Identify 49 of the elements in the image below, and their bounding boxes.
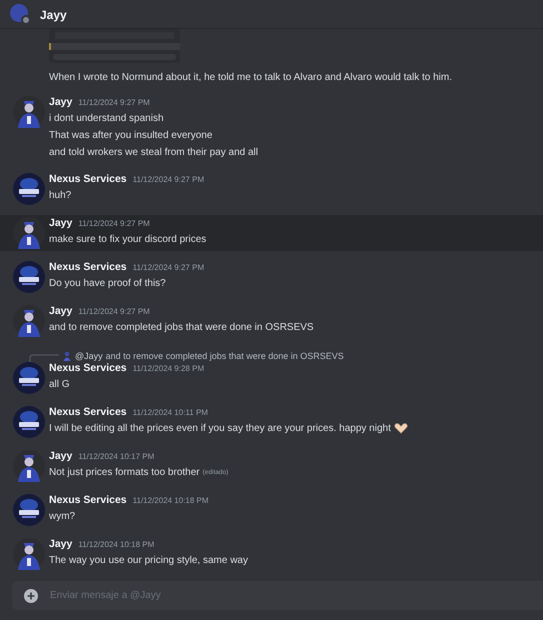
author-name[interactable]: Jayy: [49, 96, 72, 108]
avatar[interactable]: [13, 96, 45, 128]
timestamp: 11/12/2024 10:17 PM: [78, 452, 154, 461]
message-input[interactable]: Enviar mensaje a @Jayy: [12, 581, 543, 610]
author-name[interactable]: Jayy: [49, 305, 72, 317]
message-text: all G: [49, 378, 70, 392]
message-text: and told wrokers we steal from their pay and all: [49, 146, 258, 160]
reply-mention[interactable]: @Jayy: [75, 350, 103, 360]
message-text: That was after you insulted everyone: [49, 129, 212, 143]
message-text: I will be editing all the prices even if you say they are your prices. happy night: [49, 422, 391, 436]
author-name[interactable]: Nexus Services: [49, 494, 127, 506]
timestamp: 11/12/2024 10:11 PM: [132, 408, 208, 417]
channel-title: Jayy: [40, 8, 67, 22]
timestamp: 11/12/2024 9:27 PM: [78, 219, 150, 228]
message-text: When I wrote to Normund about it, he told me to talk to Alvaro and Alvaro would talk to him.: [49, 71, 452, 85]
timestamp: 11/12/2024 9:27 PM: [78, 98, 150, 107]
reply-connector: [29, 354, 59, 364]
author-name[interactable]: Nexus Services: [49, 406, 127, 418]
message-text: Do you have proof of this?: [49, 277, 166, 291]
avatar[interactable]: [13, 173, 45, 205]
author-name[interactable]: Jayy: [49, 450, 72, 462]
reply-preview[interactable]: and to remove completed jobs that were done in OSRSEVS: [106, 350, 344, 360]
timestamp: 11/12/2024 9:27 PM: [132, 263, 204, 272]
avatar[interactable]: [13, 261, 45, 293]
timestamp: 11/12/2024 10:18 PM: [78, 540, 154, 549]
author-name[interactable]: Jayy: [49, 538, 72, 550]
message-text: make sure to fix your discord prices: [49, 233, 206, 247]
timestamp: 11/12/2024 9:27 PM: [78, 307, 150, 316]
author-name[interactable]: Jayy: [49, 217, 72, 229]
avatar[interactable]: [13, 450, 45, 482]
timestamp: 11/12/2024 10:18 PM: [132, 496, 209, 505]
avatar[interactable]: [13, 305, 45, 337]
add-icon[interactable]: [24, 588, 38, 602]
avatar-icon: [62, 350, 72, 360]
message-text: Not just prices formats too brother: [49, 466, 200, 480]
avatar[interactable]: [13, 406, 45, 438]
avatar[interactable]: [13, 538, 45, 570]
author-name[interactable]: Nexus Services: [49, 173, 127, 185]
timestamp: 11/12/2024 9:27 PM: [132, 175, 204, 184]
avatar[interactable]: [13, 362, 45, 394]
message-text: The way you use our pricing style, same way: [49, 554, 248, 568]
message-text: wym?: [49, 510, 76, 524]
timestamp: 11/12/2024 9:28 PM: [132, 364, 204, 373]
author-name[interactable]: Nexus Services: [49, 261, 127, 273]
message-text: huh?: [49, 189, 72, 203]
author-name[interactable]: Nexus Services: [49, 362, 127, 374]
message-text: i dont understand spanish: [49, 112, 164, 126]
message-text: and to remove completed jobs that were done in OSRSEVS: [49, 321, 314, 335]
avatar[interactable]: [13, 494, 45, 526]
